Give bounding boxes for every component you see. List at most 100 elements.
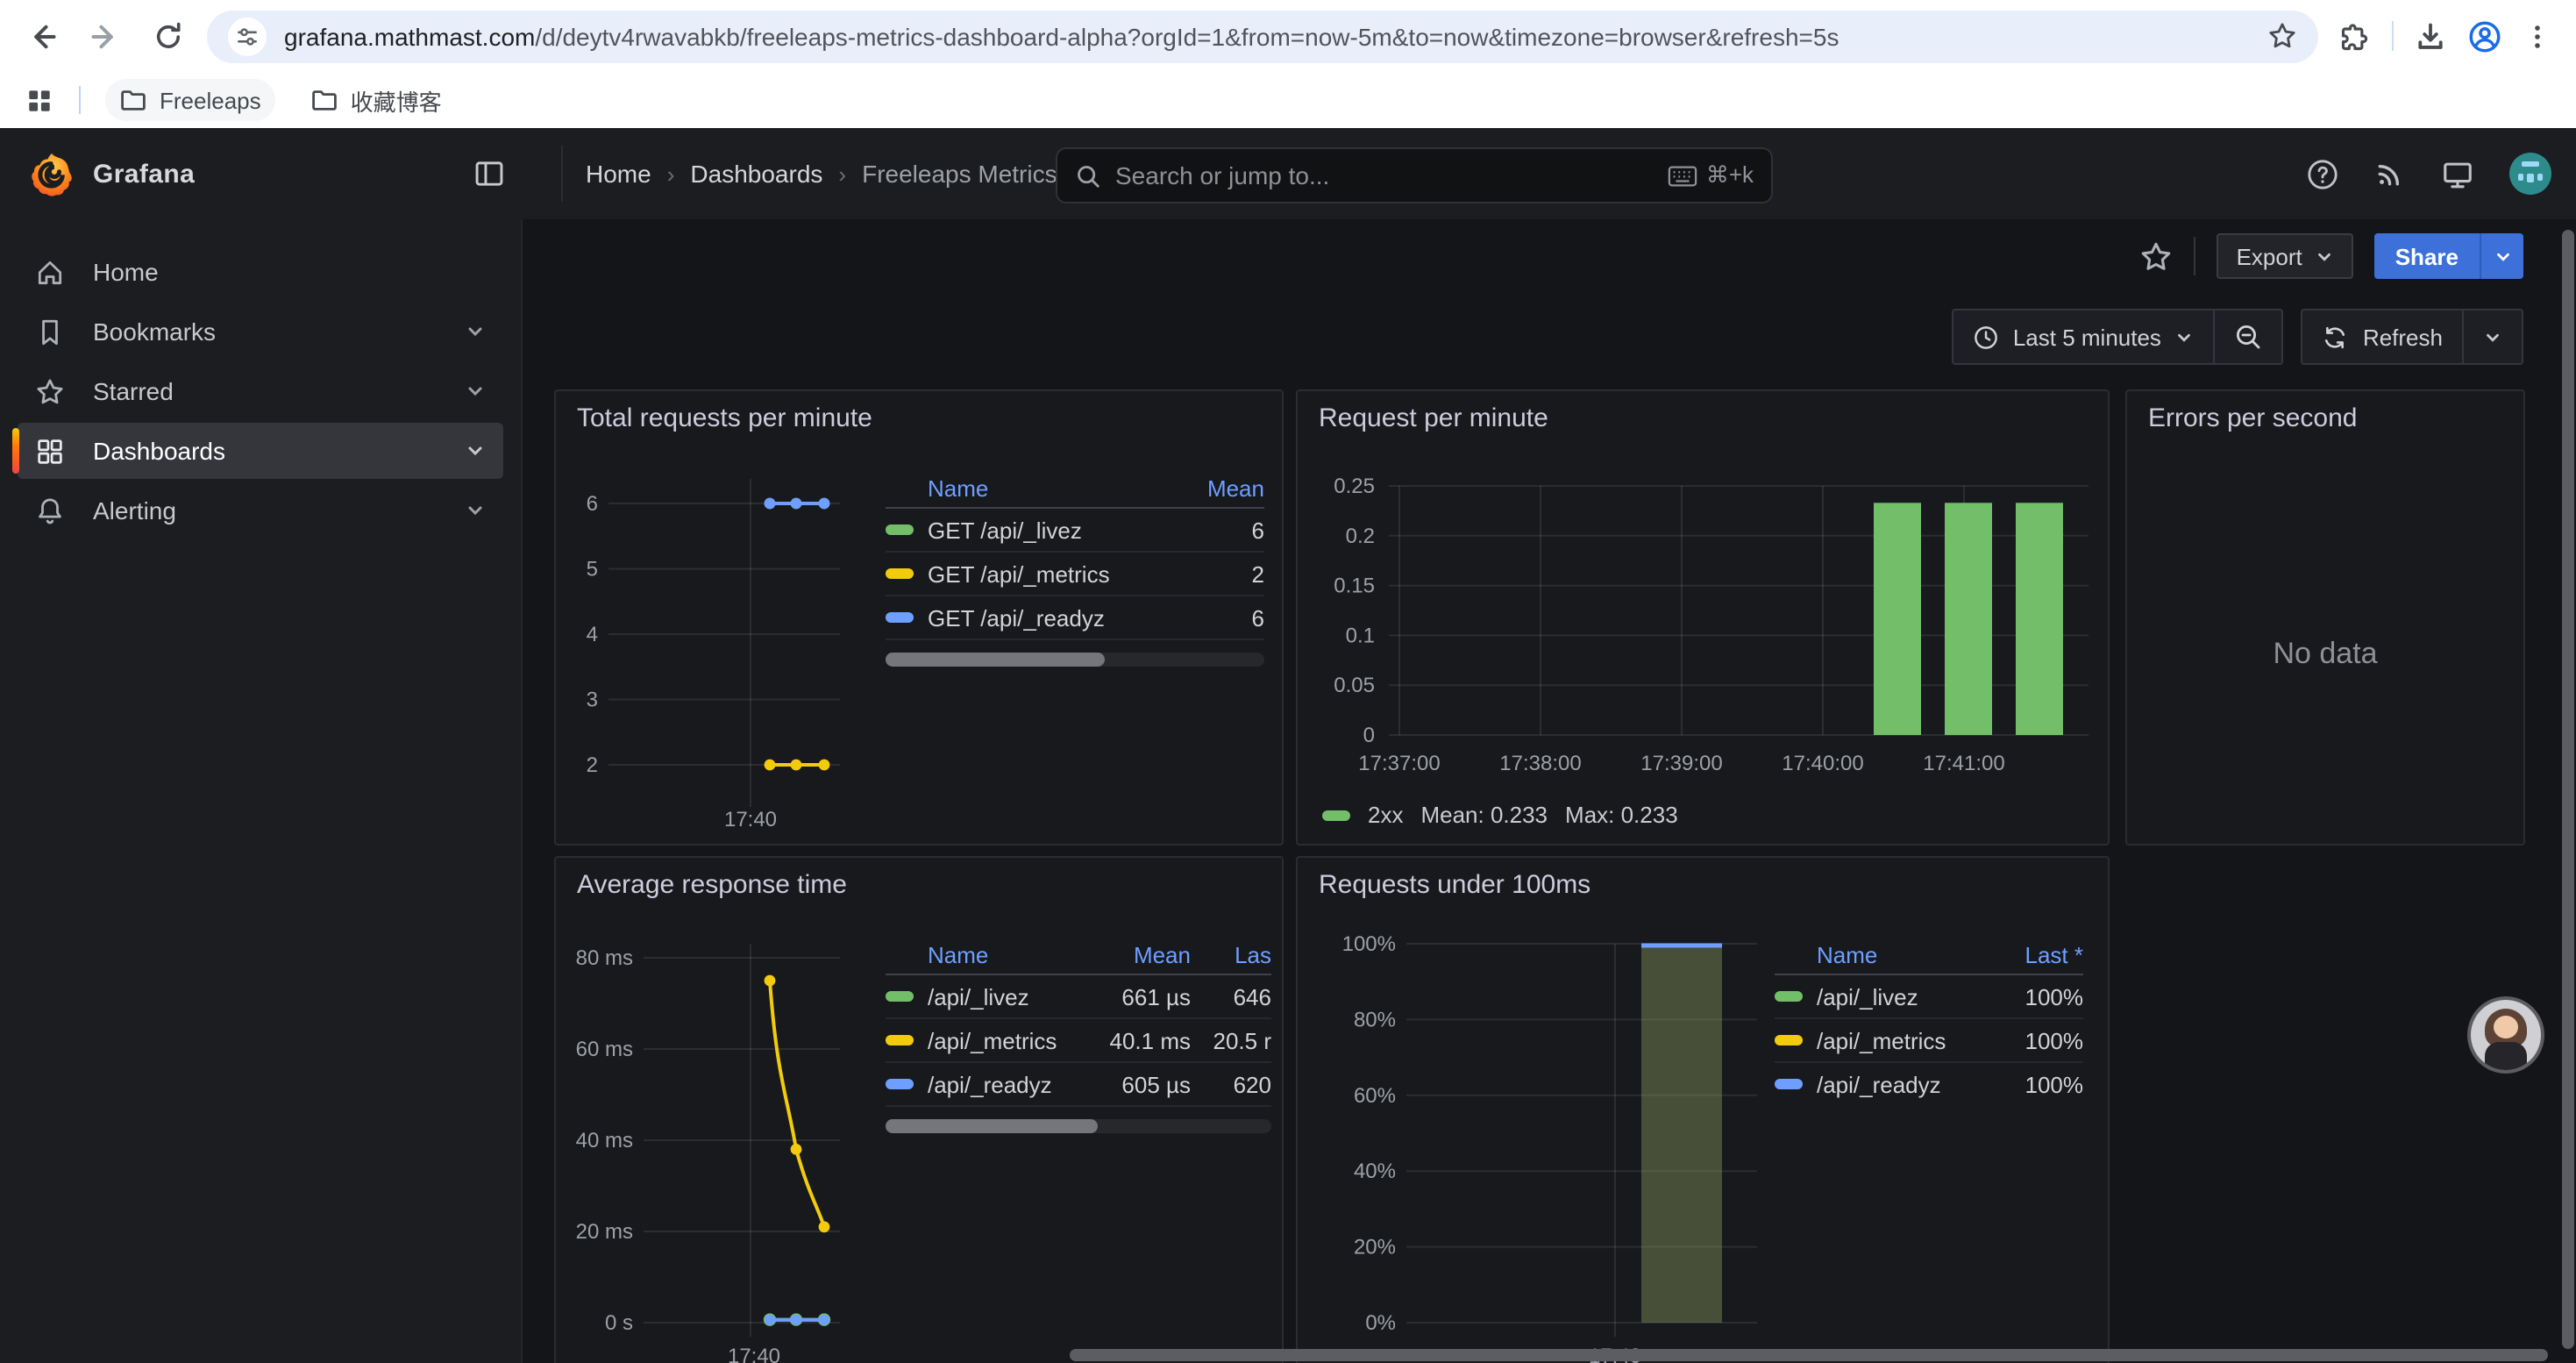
refresh-button[interactable]: Refresh bbox=[2303, 310, 2462, 363]
home-icon bbox=[35, 257, 65, 287]
legend-scrollbar[interactable] bbox=[886, 1119, 1271, 1133]
apps-grid-icon[interactable] bbox=[25, 85, 54, 115]
rss-icon[interactable] bbox=[2374, 158, 2406, 189]
panel-errors-per-second[interactable]: Errors per second No data bbox=[2125, 389, 2525, 846]
legend-row[interactable]: /api/_readyz 605 µs 620 bbox=[886, 1063, 1271, 1107]
topnav-divider bbox=[561, 146, 563, 202]
svg-text:20%: 20% bbox=[1354, 1236, 1396, 1260]
assistant-avatar[interactable] bbox=[2471, 1000, 2541, 1070]
sidebar-item-home[interactable]: Home bbox=[18, 244, 503, 300]
svg-text:17:40:00: 17:40:00 bbox=[1782, 752, 1863, 775]
user-avatar[interactable] bbox=[2509, 153, 2551, 195]
monitor-icon[interactable] bbox=[2441, 157, 2474, 190]
sidebar-item-alerting[interactable]: Alerting bbox=[18, 482, 503, 539]
legend-row[interactable]: /api/_metrics 40.1 ms 20.5 r bbox=[886, 1019, 1271, 1063]
legend-scrollbar[interactable] bbox=[886, 653, 1264, 667]
legend-table: Name Last * /api/_livez 100% /api/_metri… bbox=[1775, 935, 2083, 1105]
legend-row[interactable]: /api/_metrics 100% bbox=[1775, 1019, 2083, 1063]
svg-text:17:41:00: 17:41:00 bbox=[1923, 752, 2004, 775]
svg-text:0 s: 0 s bbox=[605, 1311, 633, 1335]
series-color-pill bbox=[886, 1035, 914, 1045]
reload-icon[interactable] bbox=[144, 11, 193, 61]
chevron-down-icon[interactable] bbox=[465, 500, 486, 521]
extensions-icon[interactable] bbox=[2339, 20, 2371, 52]
svg-text:0%: 0% bbox=[1365, 1311, 1396, 1335]
chevron-down-icon bbox=[2315, 246, 2334, 266]
share-menu-button[interactable] bbox=[2480, 233, 2523, 279]
requests-under-100ms-chart: 100%80%60%40%20%0%17:40 bbox=[1298, 858, 2110, 1363]
help-icon[interactable] bbox=[2306, 157, 2339, 190]
vertical-scrollbar[interactable] bbox=[2562, 230, 2574, 1349]
legend-row[interactable]: GET /api/_livez 6 bbox=[886, 509, 1264, 553]
site-info-icon[interactable] bbox=[228, 17, 267, 55]
svg-text:40%: 40% bbox=[1354, 1160, 1396, 1183]
horizontal-scrollbar[interactable] bbox=[1070, 1349, 2548, 1361]
forward-icon[interactable] bbox=[81, 11, 130, 61]
panel-request-per-minute[interactable]: Request per minute 0.250.20.150.10.05017… bbox=[1296, 389, 2110, 846]
series-color-pill bbox=[1775, 991, 1803, 1002]
breadcrumb-dashboards[interactable]: Dashboards bbox=[690, 160, 822, 188]
zoom-out-button[interactable] bbox=[2216, 310, 2282, 363]
svg-text:0: 0 bbox=[1363, 724, 1375, 747]
series-color-pill bbox=[1322, 810, 1350, 820]
legend-row[interactable]: /api/_readyz 100% bbox=[1775, 1063, 2083, 1105]
dashboards-icon bbox=[35, 436, 65, 466]
svg-text:17:38:00: 17:38:00 bbox=[1499, 752, 1581, 775]
back-icon[interactable] bbox=[18, 11, 67, 61]
share-button-group: Share bbox=[2374, 233, 2523, 279]
browser-menu-icon[interactable] bbox=[2523, 22, 2551, 50]
svg-text:60%: 60% bbox=[1354, 1084, 1396, 1108]
sidebar-item-label: Bookmarks bbox=[93, 318, 437, 346]
legend-header: Name Mean Las bbox=[886, 935, 1271, 975]
legend-row[interactable]: /api/_livez 100% bbox=[1775, 975, 2083, 1019]
legend-row[interactable]: GET /api/_metrics 2 bbox=[886, 553, 1264, 596]
legend-row[interactable]: GET /api/_readyz 6 bbox=[886, 596, 1264, 640]
refresh-interval-button[interactable] bbox=[2464, 310, 2522, 363]
grafana-logo-icon bbox=[28, 150, 75, 197]
series-color-pill bbox=[886, 612, 914, 623]
bookmark-star-icon[interactable] bbox=[2259, 13, 2304, 59]
series-color-pill bbox=[1775, 1035, 1803, 1045]
panel-requests-under-100ms[interactable]: Requests under 100ms 100%80%60%40%20%0%1… bbox=[1296, 856, 2110, 1363]
chevron-down-icon[interactable] bbox=[465, 321, 486, 342]
profile-icon[interactable] bbox=[2467, 18, 2502, 54]
panel-total-requests[interactable]: Total requests per minute 6543217:40 Nam… bbox=[554, 389, 1284, 846]
grafana-app: Grafana Home › Dashboards › Freeleaps Me… bbox=[0, 128, 2576, 1363]
bookmark-folder-blogs[interactable]: 收藏博客 bbox=[296, 76, 456, 124]
search-placeholder: Search or jump to... bbox=[1115, 161, 1654, 189]
folder-icon bbox=[310, 86, 338, 114]
url-text: grafana.mathmast.com/d/deytv4rwavabkb/fr… bbox=[284, 22, 1839, 50]
grafana-brand[interactable]: Grafana bbox=[28, 128, 195, 219]
series-color-pill bbox=[886, 525, 914, 535]
svg-text:60 ms: 60 ms bbox=[576, 1038, 633, 1061]
bookmark-folder-freeleaps[interactable]: Freeleaps bbox=[105, 79, 275, 121]
legend-header: Name Mean bbox=[886, 468, 1264, 509]
svg-text:17:40: 17:40 bbox=[728, 1345, 780, 1363]
toolbar-separator bbox=[2392, 21, 2394, 51]
sidebar-item-dashboards[interactable]: Dashboards bbox=[18, 423, 503, 479]
address-bar[interactable]: grafana.mathmast.com/d/deytv4rwavabkb/fr… bbox=[207, 10, 2318, 62]
breadcrumb-home[interactable]: Home bbox=[586, 160, 651, 188]
chevron-down-icon bbox=[2483, 327, 2502, 346]
favorite-star-icon[interactable] bbox=[2140, 239, 2174, 273]
panel-title: Request per minute bbox=[1319, 403, 1548, 433]
svg-text:17:39:00: 17:39:00 bbox=[1640, 752, 1722, 775]
share-button[interactable]: Share bbox=[2374, 233, 2480, 279]
legend-row[interactable]: /api/_livez 661 µs 646 bbox=[886, 975, 1271, 1019]
panel-avg-response-time[interactable]: Average response time 80 ms60 ms40 ms20 … bbox=[554, 856, 1284, 1363]
sidebar-toggle-icon[interactable] bbox=[473, 158, 505, 189]
export-button[interactable]: Export bbox=[2217, 233, 2353, 279]
series-color-pill bbox=[886, 1079, 914, 1089]
search-input[interactable]: Search or jump to... ⌘+k bbox=[1056, 147, 1773, 203]
sidebar-item-starred[interactable]: Starred bbox=[18, 363, 503, 419]
toolbar-actions bbox=[2332, 18, 2558, 54]
dashboard-toolbar: Export Share bbox=[2140, 232, 2523, 281]
chevron-down-icon[interactable] bbox=[465, 381, 486, 402]
chart-legend[interactable]: 2xx Mean: 0.233 Max: 0.233 bbox=[1322, 802, 1678, 828]
chevron-down-icon bbox=[2493, 246, 2512, 266]
download-icon[interactable] bbox=[2415, 20, 2446, 52]
chevron-down-icon[interactable] bbox=[465, 440, 486, 461]
panel-title: Total requests per minute bbox=[577, 403, 872, 433]
time-range-picker[interactable]: Last 5 minutes bbox=[1953, 310, 2214, 363]
sidebar-item-bookmarks[interactable]: Bookmarks bbox=[18, 303, 503, 360]
